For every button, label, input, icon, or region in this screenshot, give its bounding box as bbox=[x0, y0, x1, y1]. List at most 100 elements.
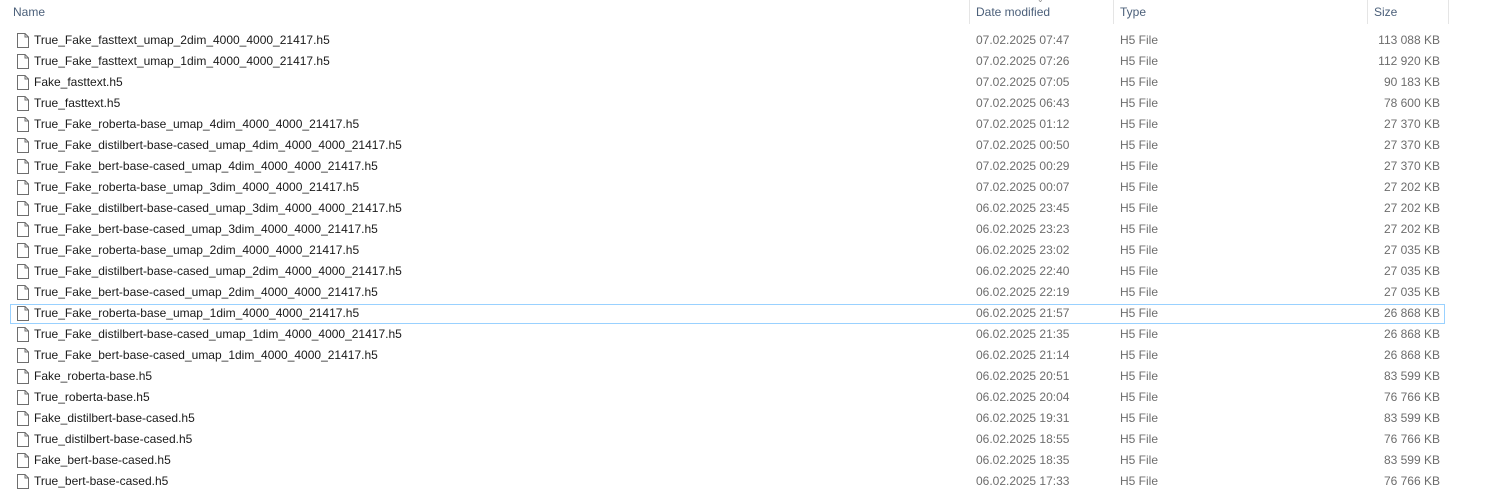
file-name[interactable]: True_Fake_bert-base-cased_umap_4dim_4000… bbox=[34, 156, 378, 177]
file-row[interactable]: True_roberta-base.h5 06.02.2025 20:04 H5 F… bbox=[0, 387, 1486, 408]
file-icon bbox=[17, 54, 29, 69]
file-row[interactable]: Fake_roberta-base.h5 06.02.2025 20:51 H5 F… bbox=[0, 366, 1486, 387]
file-name[interactable]: True_Fake_roberta-base_umap_4dim_4000_40… bbox=[34, 114, 359, 135]
file-icon bbox=[17, 348, 29, 363]
file-row[interactable]: True_distilbert-base-cased.h5 06.02.2025 … bbox=[0, 429, 1486, 450]
file-name[interactable]: True_Fake_fasttext_umap_2dim_4000_4000_2… bbox=[34, 30, 330, 51]
file-name[interactable]: True_Fake_bert-base-cased_umap_2dim_4000… bbox=[34, 282, 378, 303]
file-icon bbox=[17, 180, 29, 195]
file-row[interactable]: True_Fake_roberta-base_umap_1dim_4000_40… bbox=[0, 303, 1486, 324]
file-name[interactable]: True_Fake_distilbert-base-cased_umap_1di… bbox=[34, 324, 402, 345]
file-row[interactable]: True_Fake_fasttext_umap_2dim_4000_4000_2… bbox=[0, 30, 1486, 51]
file-size: 78 600 KB bbox=[1383, 96, 1440, 110]
file-name[interactable]: Fake_distilbert-base-cased.h5 bbox=[34, 408, 195, 429]
file-name[interactable]: True_Fake_roberta-base_umap_3dim_4000_40… bbox=[34, 177, 359, 198]
file-name[interactable]: True_Fake_bert-base-cased_umap_3dim_4000… bbox=[34, 219, 378, 240]
file-icon bbox=[17, 432, 29, 447]
file-date-modified: 06.02.2025 20:04 bbox=[976, 390, 1070, 404]
file-name[interactable]: True_roberta-base.h5 bbox=[34, 387, 150, 408]
file-date-modified: 06.02.2025 18:55 bbox=[976, 432, 1070, 446]
file-row[interactable]: Fake_bert-base-cased.h5 06.02.2025 18:35 H… bbox=[0, 450, 1486, 471]
file-row[interactable]: True_Fake_distilbert-base-cased_umap_2di… bbox=[0, 261, 1486, 282]
sort-caret-icon: ⌄ bbox=[1037, 0, 1046, 4]
file-size: 26 868 KB bbox=[1383, 306, 1440, 320]
file-row[interactable]: True_Fake_distilbert-base-cased_umap_1di… bbox=[0, 324, 1486, 345]
file-date-modified: 06.02.2025 21:14 bbox=[976, 348, 1070, 362]
file-type: H5 File bbox=[1120, 243, 1159, 257]
file-icon bbox=[17, 96, 29, 111]
file-date-modified: 06.02.2025 17:33 bbox=[976, 474, 1070, 488]
file-row[interactable]: True_Fake_distilbert-base-cased_umap_3di… bbox=[0, 198, 1486, 219]
file-name[interactable]: True_Fake_distilbert-base-cased_umap_3di… bbox=[34, 198, 402, 219]
file-row[interactable]: Fake_fasttext.h5 07.02.2025 07:05 H5 File 9… bbox=[0, 72, 1486, 93]
file-name[interactable]: True_distilbert-base-cased.h5 bbox=[34, 429, 192, 450]
file-date-modified: 07.02.2025 07:26 bbox=[976, 54, 1070, 68]
file-row[interactable]: True_Fake_distilbert-base-cased_umap_4di… bbox=[0, 135, 1486, 156]
file-type: H5 File bbox=[1120, 222, 1159, 236]
file-row[interactable]: True_fasttext.h5 07.02.2025 06:43 H5 File 7… bbox=[0, 93, 1486, 114]
file-row[interactable]: True_Fake_roberta-base_umap_3dim_4000_40… bbox=[0, 177, 1486, 198]
column-header-size[interactable]: Size bbox=[1369, 0, 1449, 24]
file-icon bbox=[17, 243, 29, 258]
file-size: 26 868 KB bbox=[1383, 327, 1440, 341]
file-date-modified: 06.02.2025 21:57 bbox=[976, 306, 1070, 320]
file-name[interactable]: True_fasttext.h5 bbox=[34, 93, 120, 114]
file-row[interactable]: True_bert-base-cased.h5 06.02.2025 17:33 H… bbox=[0, 471, 1486, 492]
file-date-modified: 06.02.2025 20:51 bbox=[976, 369, 1070, 383]
file-row[interactable]: True_Fake_bert-base-cased_umap_1dim_4000… bbox=[0, 345, 1486, 366]
file-date-modified: 06.02.2025 19:31 bbox=[976, 411, 1070, 425]
file-type: H5 File bbox=[1120, 327, 1159, 341]
file-type: H5 File bbox=[1120, 411, 1159, 425]
file-size: 27 370 KB bbox=[1383, 117, 1440, 131]
file-name[interactable]: True_Fake_fasttext_umap_1dim_4000_4000_2… bbox=[34, 51, 330, 72]
file-size: 112 920 KB bbox=[1378, 54, 1440, 68]
file-row[interactable]: Fake_distilbert-base-cased.h5 06.02.2025 … bbox=[0, 408, 1486, 429]
file-icon bbox=[17, 306, 29, 321]
file-name[interactable]: Fake_roberta-base.h5 bbox=[34, 366, 152, 387]
file-icon bbox=[17, 138, 29, 153]
file-row[interactable]: True_Fake_roberta-base_umap_4dim_4000_40… bbox=[0, 114, 1486, 135]
file-size: 27 202 KB bbox=[1383, 222, 1440, 236]
file-row[interactable]: True_Fake_bert-base-cased_umap_4dim_4000… bbox=[0, 156, 1486, 177]
file-name[interactable]: True_Fake_distilbert-base-cased_umap_4di… bbox=[34, 135, 402, 156]
file-size: 83 599 KB bbox=[1383, 453, 1440, 467]
file-size: 76 766 KB bbox=[1383, 390, 1440, 404]
file-type: H5 File bbox=[1120, 75, 1159, 89]
file-icon bbox=[17, 453, 29, 468]
file-type: H5 File bbox=[1120, 348, 1159, 362]
file-name[interactable]: True_Fake_roberta-base_umap_2dim_4000_40… bbox=[34, 240, 359, 261]
file-date-modified: 06.02.2025 23:45 bbox=[976, 201, 1070, 215]
file-icon bbox=[17, 369, 29, 384]
file-type: H5 File bbox=[1120, 54, 1159, 68]
file-type: H5 File bbox=[1120, 285, 1159, 299]
file-type: H5 File bbox=[1120, 117, 1159, 131]
file-row[interactable]: True_Fake_bert-base-cased_umap_2dim_4000… bbox=[0, 282, 1486, 303]
column-header-type[interactable]: Type bbox=[1115, 0, 1368, 24]
file-row[interactable]: True_Fake_bert-base-cased_umap_3dim_4000… bbox=[0, 219, 1486, 240]
file-size: 76 766 KB bbox=[1383, 474, 1440, 488]
file-size: 27 035 KB bbox=[1383, 243, 1440, 257]
file-size: 27 370 KB bbox=[1383, 138, 1440, 152]
file-icon bbox=[17, 327, 29, 342]
file-name[interactable]: Fake_fasttext.h5 bbox=[34, 72, 123, 93]
file-date-modified: 06.02.2025 21:35 bbox=[976, 327, 1070, 341]
file-size: 27 035 KB bbox=[1383, 264, 1440, 278]
file-type: H5 File bbox=[1120, 474, 1159, 488]
file-type: H5 File bbox=[1120, 306, 1159, 320]
file-size: 27 370 KB bbox=[1383, 159, 1440, 173]
file-name[interactable]: Fake_bert-base-cased.h5 bbox=[34, 450, 171, 471]
file-type: H5 File bbox=[1120, 432, 1159, 446]
file-name[interactable]: True_bert-base-cased.h5 bbox=[34, 471, 168, 492]
file-row[interactable]: True_Fake_roberta-base_umap_2dim_4000_40… bbox=[0, 240, 1486, 261]
file-name[interactable]: True_Fake_roberta-base_umap_1dim_4000_40… bbox=[34, 303, 359, 324]
file-icon bbox=[17, 390, 29, 405]
file-row[interactable]: True_Fake_fasttext_umap_1dim_4000_4000_2… bbox=[0, 51, 1486, 72]
column-header-name[interactable]: Name bbox=[8, 0, 970, 24]
file-name[interactable]: True_Fake_distilbert-base-cased_umap_2di… bbox=[34, 261, 402, 282]
file-icon bbox=[17, 285, 29, 300]
file-date-modified: 07.02.2025 06:43 bbox=[976, 96, 1070, 110]
file-icon bbox=[17, 222, 29, 237]
file-date-modified: 06.02.2025 22:40 bbox=[976, 264, 1070, 278]
file-name[interactable]: True_Fake_bert-base-cased_umap_1dim_4000… bbox=[34, 345, 378, 366]
file-type: H5 File bbox=[1120, 453, 1159, 467]
